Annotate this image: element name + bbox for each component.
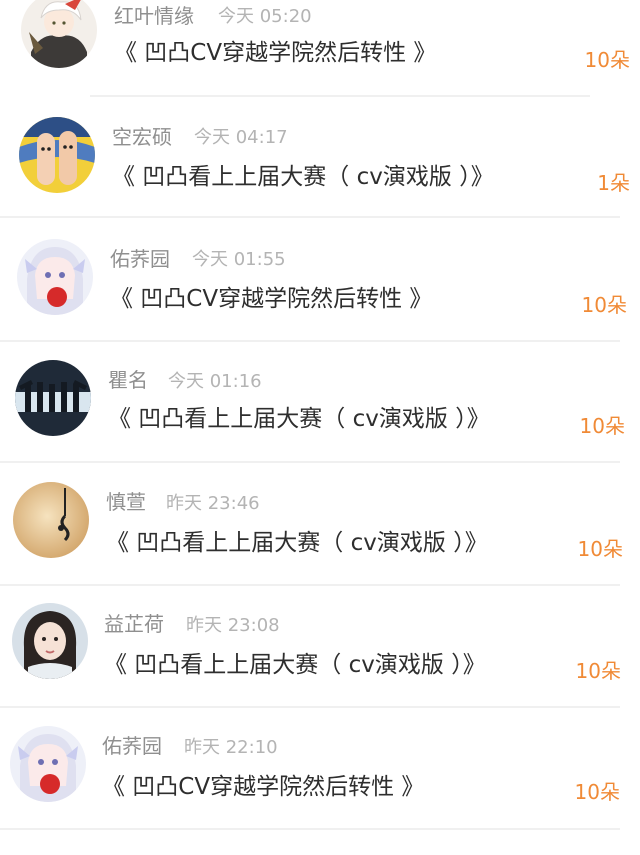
username[interactable]: 佑荞园: [102, 734, 162, 758]
work-title[interactable]: 《 凹凸CV穿越学院然后转性 》: [114, 38, 436, 68]
list-item[interactable]: 益芷荷 昨天 23:08 《 凹凸看上上届大赛（ cv演戏版 ）》 10朵: [0, 603, 640, 732]
work-title[interactable]: 《 凹凸看上上届大赛（ cv演戏版 ）》: [112, 162, 494, 192]
divider: [0, 584, 620, 586]
flower-count: 10朵: [581, 293, 627, 317]
timestamp: 昨天 23:46: [166, 493, 260, 514]
work-title[interactable]: 《 凹凸CV穿越学院然后转性 》: [102, 772, 424, 802]
list-item[interactable]: 佑荞园 昨天 22:10 《 凹凸CV穿越学院然后转性 》 10朵: [0, 726, 640, 854]
timestamp: 今天 01:16: [168, 371, 262, 392]
username[interactable]: 益芷荷: [104, 612, 164, 636]
work-title[interactable]: 《 凹凸看上上届大赛（ cv演戏版 ）》: [106, 528, 488, 558]
finger-faces-avatar-icon: [19, 117, 95, 193]
work-title[interactable]: 《 凹凸CV穿越学院然后转性 》: [110, 284, 432, 314]
divider: [0, 216, 620, 218]
anime-girl-apple-avatar-icon: [17, 239, 93, 315]
username[interactable]: 佑荞园: [110, 247, 170, 271]
user-avatar[interactable]: [13, 482, 89, 558]
flower-count: 10朵: [574, 780, 620, 804]
gift-record-list: 红叶情缘 今天 05:20 《 凹凸CV穿越学院然后转性 》 10朵 空宏硕 今…: [0, 0, 640, 855]
timestamp: 昨天 22:10: [184, 737, 278, 758]
flower-count: 10朵: [575, 659, 621, 683]
user-avatar[interactable]: [17, 239, 93, 315]
work-title[interactable]: 《 凹凸看上上届大赛（ cv演戏版 ）》: [108, 404, 490, 434]
divider: [0, 828, 620, 830]
username[interactable]: 慎萱: [106, 490, 146, 514]
girl-portrait-avatar-icon: [12, 603, 88, 679]
timestamp: 昨天 23:08: [186, 615, 280, 636]
flower-count: 10朵: [579, 414, 625, 438]
list-item[interactable]: 空宏硕 今天 04:17 《 凹凸看上上届大赛（ cv演戏版 ）》 1朵: [0, 117, 640, 244]
user-avatar[interactable]: [10, 726, 86, 802]
divider: [0, 461, 620, 463]
timestamp: 今天 04:17: [194, 127, 288, 148]
white-haired-character-avatar-icon: [21, 0, 97, 68]
music-note-avatar-icon: [13, 482, 89, 558]
username[interactable]: 空宏硕: [112, 125, 172, 149]
flower-count: 10朵: [584, 48, 630, 72]
user-avatar[interactable]: [12, 603, 88, 679]
flower-count: 10朵: [577, 537, 623, 561]
timestamp: 今天 05:20: [218, 6, 312, 27]
anime-girl-apple-avatar-icon: [10, 726, 86, 802]
flower-count: 1朵: [597, 171, 630, 195]
user-avatar[interactable]: [21, 0, 97, 68]
list-item[interactable]: 佑荞园 今天 01:55 《 凹凸CV穿越学院然后转性 》 10朵: [0, 239, 640, 366]
list-item[interactable]: 瞿名 今天 01:16 《 凹凸看上上届大赛（ cv演戏版 ）》 10朵: [0, 360, 640, 488]
list-item[interactable]: 红叶情缘 今天 05:20 《 凹凸CV穿越学院然后转性 》 10朵: [0, 0, 640, 122]
username[interactable]: 瞿名: [108, 368, 148, 392]
timestamp: 今天 01:55: [192, 249, 286, 270]
silhouette-group-avatar-icon: [15, 360, 91, 436]
user-avatar[interactable]: [19, 117, 95, 193]
divider: [0, 340, 620, 342]
divider: [90, 95, 590, 97]
list-item[interactable]: 慎萱 昨天 23:46 《 凹凸看上上届大赛（ cv演戏版 ）》 10朵: [0, 482, 640, 610]
work-title[interactable]: 《 凹凸看上上届大赛（ cv演戏版 ）》: [104, 650, 486, 680]
divider: [0, 706, 620, 708]
username[interactable]: 红叶情缘: [114, 4, 194, 28]
user-avatar[interactable]: [15, 360, 91, 436]
